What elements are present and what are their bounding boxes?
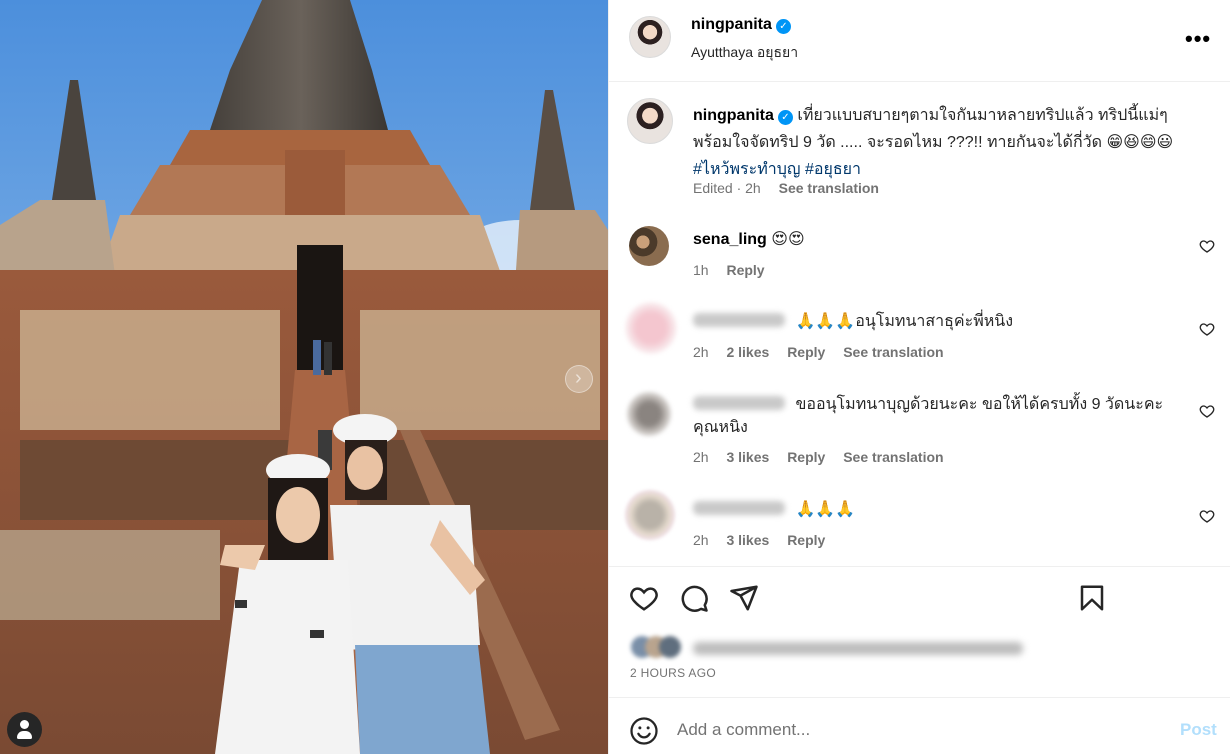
owner-avatar[interactable] — [629, 16, 671, 58]
comment-avatar[interactable] — [627, 392, 671, 436]
carousel-next-button[interactable] — [565, 365, 593, 393]
comment-username[interactable]: sena_ling — [693, 231, 767, 248]
hashtag-link[interactable]: #อยุธยา — [805, 161, 861, 178]
post-header: ningpanita ✓ Ayutthaya อยุธยา ••• — [609, 0, 1230, 82]
user-icon-body — [17, 731, 32, 739]
comment-likes[interactable]: 2 likes — [726, 344, 769, 360]
comment-username-blurred[interactable] — [693, 396, 785, 410]
like-comment-heart-icon[interactable] — [1199, 321, 1215, 337]
hashtag-link[interactable]: #ไหว้พระทำบุญ — [693, 161, 801, 178]
verified-badge-icon: ✓ — [777, 110, 793, 125]
like-comment-heart-icon[interactable] — [1199, 508, 1215, 524]
share-icon[interactable] — [729, 583, 759, 613]
post-caption: ningpanita ✓ เที่ยวแบบสบายๆตามใจกันมาหลาย… — [693, 102, 1213, 183]
post-photo — [0, 0, 608, 754]
comment-body: sena_ling 😍😍 — [693, 228, 1193, 251]
comment-text: 😍😍 — [771, 231, 805, 248]
comment-input[interactable] — [677, 714, 1157, 746]
comment-body: 🙏🙏🙏อนุโมทนาสาธุค่ะพี่หนิง — [693, 310, 1193, 333]
comment-time: 1h — [693, 262, 709, 278]
owner-username[interactable]: ningpanita — [691, 16, 772, 33]
bookmark-icon[interactable] — [1077, 583, 1107, 613]
actions-divider — [609, 566, 1230, 567]
caption-meta: Edited · 2h See translation — [693, 180, 893, 196]
reply-button[interactable]: Reply — [787, 532, 825, 548]
see-translation-link[interactable]: See translation — [843, 344, 943, 360]
post-comment-button[interactable]: Post — [1180, 720, 1217, 740]
see-translation-link[interactable]: See translation — [779, 180, 879, 196]
emoji-icon[interactable] — [629, 716, 659, 746]
post-sidebar: ningpanita ✓ Ayutthaya อยุธยา ••• ningpan… — [608, 0, 1230, 754]
caption-avatar[interactable] — [627, 98, 673, 144]
reply-button[interactable]: Reply — [726, 262, 764, 278]
comment-username-blurred[interactable] — [693, 501, 785, 515]
comment-username-blurred[interactable] — [693, 313, 785, 327]
comment-avatar[interactable] — [625, 302, 677, 354]
liker-avatar — [659, 636, 681, 658]
liked-by-text-blurred — [693, 642, 1023, 655]
reply-button[interactable]: Reply — [787, 449, 825, 465]
comment-meta: 2h 3 likes Reply See translation — [693, 449, 958, 465]
comment-time: 2h — [693, 344, 709, 360]
comment-meta: 2h 3 likes Reply — [693, 532, 839, 548]
caption-username[interactable]: ningpanita — [693, 107, 774, 124]
comment-avatar[interactable] — [629, 226, 669, 266]
more-options-icon[interactable]: ••• — [1185, 26, 1211, 52]
comment-time: 2h — [693, 532, 709, 548]
see-translation-link[interactable]: See translation — [843, 449, 943, 465]
like-comment-heart-icon[interactable] — [1199, 238, 1215, 254]
comment-time: 2h — [693, 449, 709, 465]
like-comment-heart-icon[interactable] — [1199, 403, 1215, 419]
temple-photo — [0, 0, 608, 754]
liked-by-row[interactable] — [631, 636, 1023, 660]
comment-avatar[interactable] — [625, 490, 675, 540]
comment-meta: 2h 2 likes Reply See translation — [693, 344, 958, 360]
comment-body: 🙏🙏🙏 — [693, 498, 1193, 521]
owner-username-row[interactable]: ningpanita ✓ — [691, 16, 791, 34]
post-time-ago: 2 HOURS AGO — [630, 666, 716, 680]
comment-likes[interactable]: 3 likes — [726, 449, 769, 465]
add-comment-bar: Post — [609, 697, 1230, 754]
comment-meta: 1h Reply — [693, 262, 779, 278]
user-icon-head — [20, 720, 29, 729]
reply-button[interactable]: Reply — [787, 344, 825, 360]
heart-icon[interactable] — [629, 583, 659, 613]
comment-text: 🙏🙏🙏อนุโมทนาสาธุค่ะพี่หนิง — [795, 313, 1014, 330]
comment-icon[interactable] — [679, 583, 709, 613]
tagged-users-button[interactable] — [7, 712, 42, 747]
comment-likes[interactable]: 3 likes — [726, 532, 769, 548]
comment-text: 🙏🙏🙏 — [795, 501, 856, 518]
comment-body: ขออนุโมทนาบุญด้วยนะคะ ขอให้ได้ครบทั้ง 9 … — [693, 393, 1193, 439]
caption-time: Edited · 2h — [693, 180, 761, 196]
post-location[interactable]: Ayutthaya อยุธยา — [691, 42, 798, 64]
verified-badge-icon: ✓ — [775, 19, 791, 34]
